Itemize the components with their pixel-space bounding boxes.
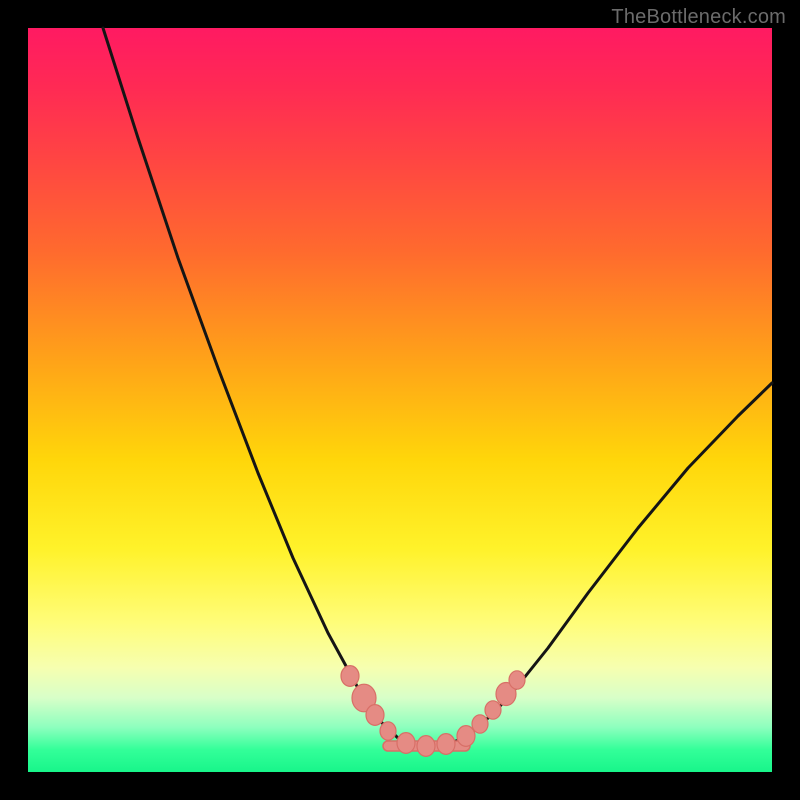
curve-svg — [28, 28, 772, 772]
trough-marker — [472, 715, 488, 733]
trough-markers — [341, 666, 525, 757]
trough-marker — [457, 726, 475, 747]
trough-marker — [485, 701, 501, 719]
trough-marker — [437, 734, 455, 755]
trough-marker — [380, 722, 396, 740]
trough-marker — [397, 733, 415, 754]
watermark-text: TheBottleneck.com — [611, 6, 786, 29]
trough-marker — [341, 666, 359, 687]
plot-area — [28, 28, 772, 772]
trough-marker — [366, 705, 384, 726]
bottleneck-curve — [103, 28, 772, 746]
chart-frame: TheBottleneck.com — [0, 0, 800, 800]
trough-marker — [509, 671, 525, 689]
trough-marker — [417, 736, 435, 757]
